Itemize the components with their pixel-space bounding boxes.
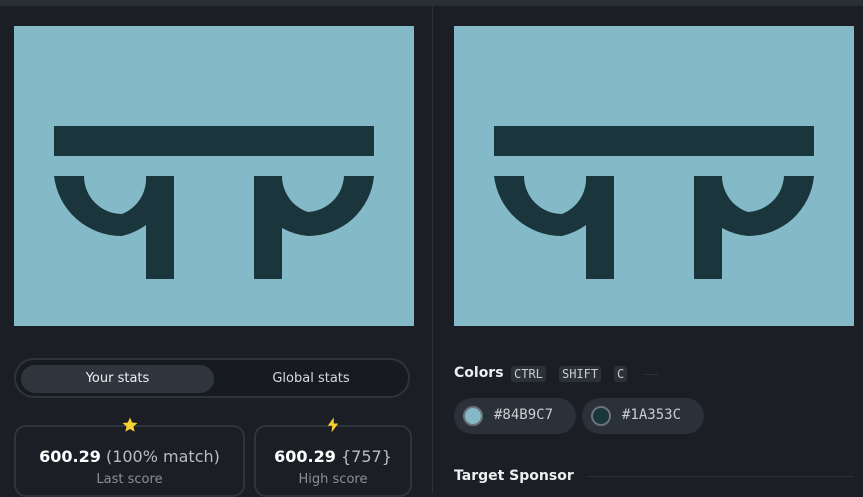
swatch-hex: #1A353C [622,407,682,423]
colors-title: Colors [454,365,504,381]
colors-divider [644,374,658,375]
color-swatch-foreground[interactable]: #1A353C [582,398,704,434]
output-preview [14,26,414,326]
last-score-card: 600.29 (100% match) Last score [14,425,245,497]
last-score-number: 600.29 [39,447,101,466]
high-score-card: 600.29 {757} High score [254,425,412,497]
target-sponsor-title: Target Sponsor [454,468,574,484]
stats-toggle: Your stats Global stats [14,358,410,398]
target-preview [454,26,854,326]
high-score-number: 600.29 [274,447,336,466]
high-score-count: {757} [340,447,392,466]
panel-divider [432,6,433,493]
swatch-dot-icon [463,406,483,426]
star-icon [121,416,139,434]
shortcut-key-c: C [614,366,628,382]
sponsor-divider [588,476,854,477]
shortcut-key-ctrl: CTRL [511,366,546,382]
high-score-label: High score [298,472,368,487]
high-score-value: 600.29 {757} [256,447,410,466]
swatch-hex: #84B9C7 [494,407,554,423]
last-score-value: 600.29 (100% match) [16,447,243,466]
swatch-dot-icon [591,406,611,426]
color-swatch-background[interactable]: #84B9C7 [454,398,576,434]
tab-your-stats[interactable]: Your stats [21,365,214,393]
shortcut-key-shift: SHIFT [559,366,602,382]
tab-global-stats[interactable]: Global stats [216,365,406,393]
lightning-icon [324,416,342,434]
last-score-match: (100% match) [105,447,220,466]
last-score-label: Last score [96,472,163,487]
